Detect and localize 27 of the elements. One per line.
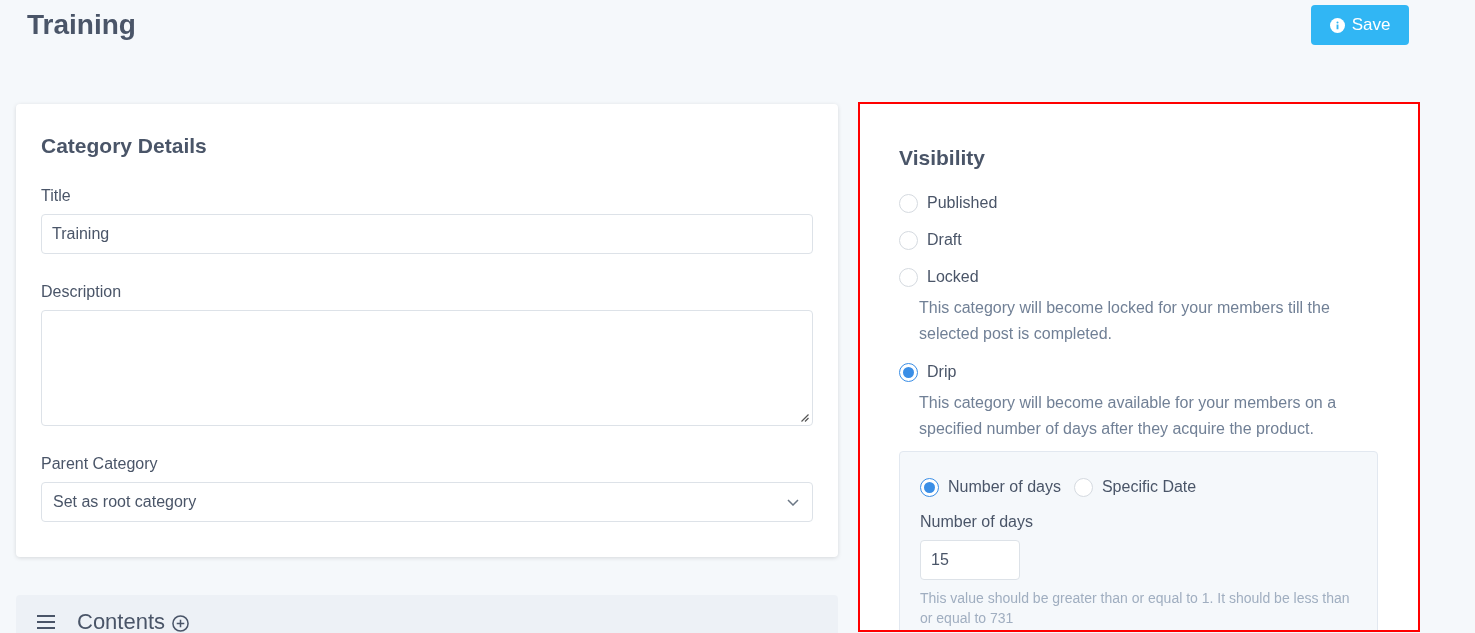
option-description: This category will become locked for your members till the selected post is completed. [919, 298, 1331, 344]
text-input[interactable]: Training [41, 214, 813, 254]
radio-label[interactable]: Specific Date [1101, 477, 1197, 497]
card-heading: Visibility [899, 146, 986, 170]
radio-label[interactable]: Number of days [948, 477, 1061, 497]
info-icon [1329, 17, 1345, 33]
field-label: Number of days [920, 512, 1033, 532]
radio-label[interactable]: Locked [927, 267, 979, 287]
add-circle-icon[interactable] [172, 615, 190, 632]
radio-label[interactable]: Draft [927, 230, 962, 250]
card-heading: Category Details [41, 134, 208, 158]
select-dropdown[interactable]: Set as root category [41, 482, 813, 522]
contents-title: Contents [77, 609, 166, 633]
number-input[interactable]: 15 [920, 540, 1020, 580]
field-hint: This value should be greater than or equal to 1. It should be less than or equal to 731 [920, 589, 1351, 628]
page-title: Training [27, 8, 136, 42]
menu-icon[interactable] [37, 615, 55, 629]
option-description: This category will become available for your members on a specified number of days after they acquire the product. [919, 393, 1338, 439]
field-label: Parent Category [41, 454, 158, 474]
radio-label[interactable]: Published [927, 193, 998, 213]
field-label: Description [41, 282, 122, 302]
chevron-down-icon [787, 498, 799, 506]
field-label: Title [41, 186, 71, 206]
radio-label[interactable]: Drip [927, 362, 957, 382]
radio-button[interactable] [920, 477, 939, 497]
resize-grip-icon[interactable] [801, 414, 809, 422]
radio-button[interactable] [899, 362, 918, 382]
